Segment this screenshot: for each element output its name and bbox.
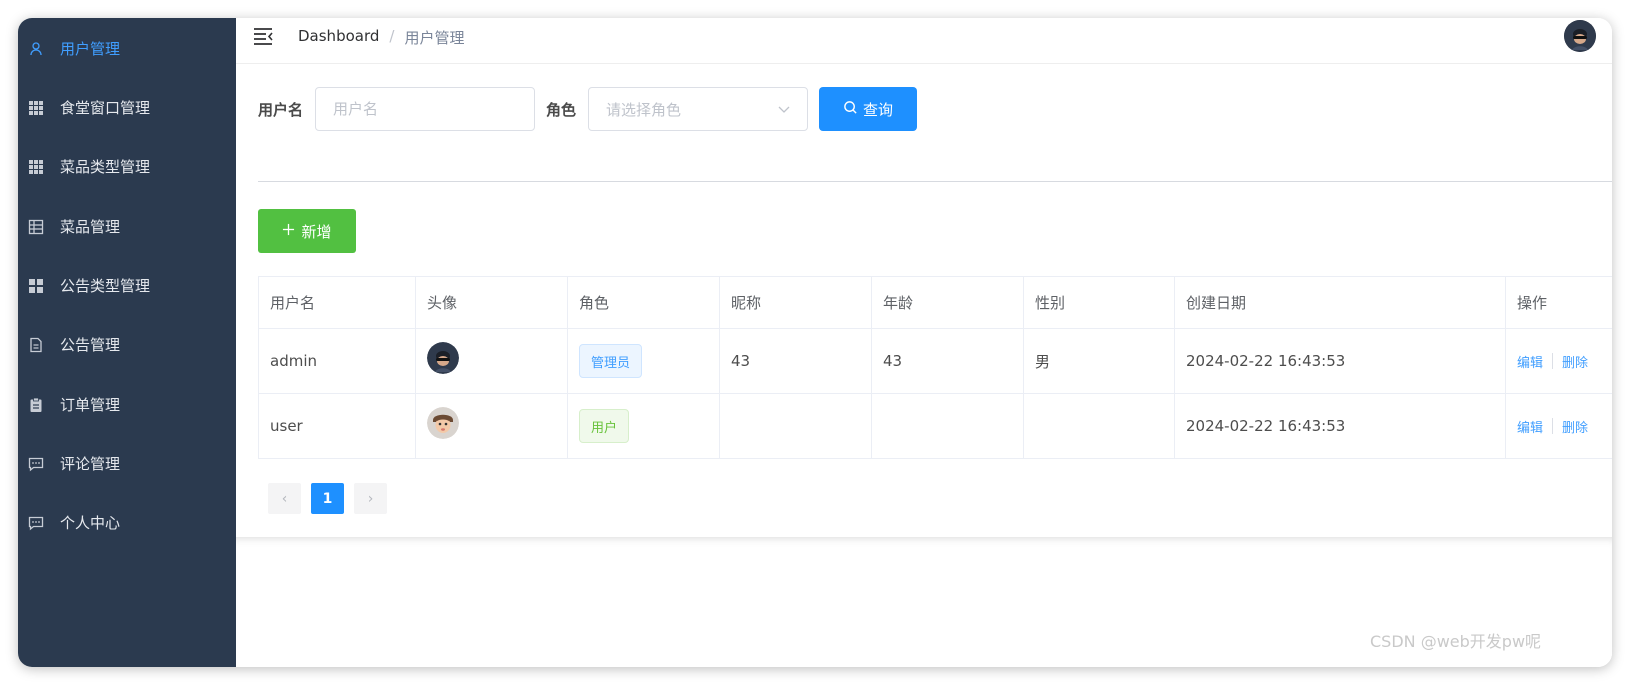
column-header-nickname: 昵称 xyxy=(720,277,872,328)
page-number-button[interactable]: 1 xyxy=(311,483,344,514)
role-tag-admin: 管理员 xyxy=(579,344,643,378)
breadcrumb-separator: / xyxy=(389,27,395,45)
sidebar-item-user-management[interactable]: 用户管理 xyxy=(18,18,236,79)
sidebar-item-label: 公告类型管理 xyxy=(60,277,151,295)
next-page-button[interactable]: › xyxy=(354,483,387,514)
edit-link[interactable]: 编辑 xyxy=(1517,417,1543,436)
sidebar-item-label: 食堂窗口管理 xyxy=(60,99,151,117)
table-row: admin 管理员 43 43 男 2024-02-22 16:43:53 编辑… xyxy=(259,329,1612,394)
sidebar-item-label: 公告管理 xyxy=(60,336,121,354)
action-separator xyxy=(1552,418,1554,434)
sidebar-item-comments[interactable]: 评论管理 xyxy=(18,433,236,494)
cell-nickname: 43 xyxy=(720,329,872,393)
column-header-avatar: 头像 xyxy=(416,277,568,328)
sidebar-item-label: 用户管理 xyxy=(60,40,121,58)
column-header-created: 创建日期 xyxy=(1175,277,1506,328)
delete-link[interactable]: 删除 xyxy=(1562,417,1588,436)
grid-icon xyxy=(26,157,46,177)
role-label: 角色 xyxy=(546,100,577,119)
add-button[interactable]: 新增 xyxy=(258,209,356,253)
prev-page-button[interactable]: ‹ xyxy=(268,483,301,514)
cell-nickname xyxy=(720,394,872,458)
table-header-row: 用户名 头像 角色 昵称 年龄 性别 创建日期 操作 xyxy=(259,277,1612,329)
chat-icon xyxy=(26,513,46,533)
cell-actions: 编辑 删除 xyxy=(1506,394,1612,458)
user-table: 用户名 头像 角色 昵称 年龄 性别 创建日期 操作 admin 管理员 43 … xyxy=(258,276,1612,459)
add-button-label: 新增 xyxy=(301,222,332,241)
divider xyxy=(258,181,1612,182)
cell-gender xyxy=(1024,394,1175,458)
collapse-menu-icon[interactable] xyxy=(252,26,276,46)
grid-icon xyxy=(26,98,46,118)
app-window: 用户管理 食堂窗口管理 菜品类型管理 菜品管理 公告类型管理 公告管理 订单管理… xyxy=(18,18,1612,667)
search-icon xyxy=(843,100,858,119)
sidebar-item-label: 订单管理 xyxy=(60,396,121,414)
sidebar-item-notice-type[interactable]: 公告类型管理 xyxy=(18,255,236,316)
role-select[interactable]: 请选择角色 xyxy=(588,87,809,131)
column-header-username: 用户名 xyxy=(259,277,416,328)
breadcrumb-dashboard[interactable]: Dashboard xyxy=(298,27,379,48)
table-icon xyxy=(26,217,46,237)
breadcrumb-current: 用户管理 xyxy=(404,29,465,47)
sidebar-item-label: 个人中心 xyxy=(60,514,121,532)
cell-username: user xyxy=(259,394,416,458)
sidebar: 用户管理 食堂窗口管理 菜品类型管理 菜品管理 公告类型管理 公告管理 订单管理… xyxy=(18,18,236,667)
table-row: user 用户 2024-02-22 16:43:53 编辑 删除 xyxy=(259,394,1612,459)
sidebar-item-notice[interactable]: 公告管理 xyxy=(18,314,236,375)
sidebar-item-dish-type[interactable]: 菜品类型管理 xyxy=(18,136,236,197)
main-content: Dashboard / 用户管理 用户名 角色 请选择角色 xyxy=(236,18,1612,667)
role-select-placeholder: 请选择角色 xyxy=(606,100,682,119)
cell-age: 43 xyxy=(872,329,1024,393)
clipboard-icon xyxy=(26,395,46,415)
column-header-actions: 操作 xyxy=(1517,294,1548,312)
cell-role: 用户 xyxy=(568,394,720,458)
cell-role: 管理员 xyxy=(568,329,720,393)
admin-avatar xyxy=(427,342,459,374)
cell-avatar xyxy=(416,394,568,458)
action-separator xyxy=(1552,353,1554,369)
user-avatar[interactable] xyxy=(1564,20,1596,52)
chevron-down-icon xyxy=(778,100,790,118)
sidebar-item-canteen-window[interactable]: 食堂窗口管理 xyxy=(18,77,236,138)
sidebar-item-label: 评论管理 xyxy=(60,455,121,473)
top-navbar: Dashboard / 用户管理 xyxy=(236,18,1612,64)
document-icon xyxy=(26,335,46,355)
pagination: ‹ 1 › xyxy=(268,483,387,514)
cell-gender: 男 xyxy=(1024,329,1175,393)
plus-icon xyxy=(282,222,295,240)
role-tag-user: 用户 xyxy=(579,409,630,443)
column-header-gender: 性别 xyxy=(1024,277,1175,328)
cell-avatar xyxy=(416,329,568,393)
query-button[interactable]: 查询 xyxy=(819,87,918,131)
watermark: CSDN @web开发pw呢 xyxy=(1370,632,1542,651)
column-header-role: 角色 xyxy=(568,277,720,328)
search-form: 用户名 角色 请选择角色 查询 xyxy=(258,87,918,131)
cell-created: 2024-02-22 16:43:53 xyxy=(1175,329,1506,393)
sidebar-item-label: 菜品类型管理 xyxy=(60,158,151,176)
chat-icon xyxy=(26,454,46,474)
cell-age xyxy=(872,394,1024,458)
cell-created: 2024-02-22 16:43:53 xyxy=(1175,394,1506,458)
query-button-label: 查询 xyxy=(863,100,894,119)
sidebar-item-orders[interactable]: 订单管理 xyxy=(18,374,236,435)
sidebar-item-profile[interactable]: 个人中心 xyxy=(18,492,236,553)
sidebar-item-dish[interactable]: 菜品管理 xyxy=(18,196,236,257)
cell-actions: 编辑 删除 xyxy=(1506,329,1612,393)
sidebar-item-label: 菜品管理 xyxy=(60,218,121,236)
cell-username: admin xyxy=(259,329,416,393)
username-label: 用户名 xyxy=(258,100,304,119)
edit-link[interactable]: 编辑 xyxy=(1517,352,1543,371)
delete-link[interactable]: 删除 xyxy=(1562,352,1588,371)
user-icon xyxy=(26,39,46,59)
breadcrumb: Dashboard / 用户管理 xyxy=(298,27,464,48)
user-avatar-image xyxy=(427,407,459,439)
username-input[interactable] xyxy=(315,87,536,131)
apps-icon xyxy=(26,276,46,296)
column-header-age: 年龄 xyxy=(872,277,1024,328)
